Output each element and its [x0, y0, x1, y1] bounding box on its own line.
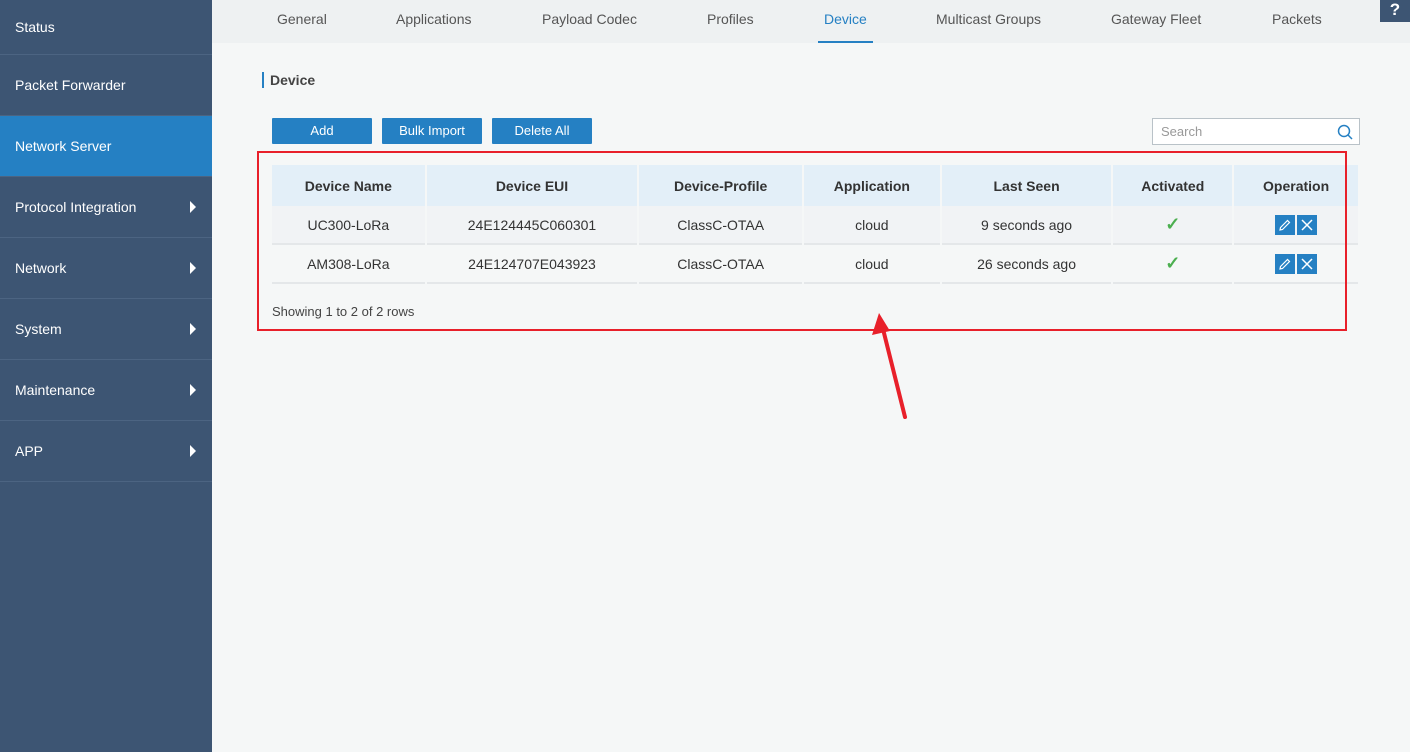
tab-payload-codec[interactable]: Payload Codec — [542, 0, 637, 43]
checkmark-icon: ✓ — [1165, 253, 1181, 273]
column-header-activated[interactable]: Activated — [1113, 165, 1233, 206]
column-header-device-profile[interactable]: Device-Profile — [639, 165, 802, 206]
device-table: Device Name Device EUI Device-Profile Ap… — [270, 165, 1360, 284]
tab-packets[interactable]: Packets — [1272, 0, 1322, 43]
sidebar-item-label: Network Server — [15, 138, 112, 154]
device-profile-cell: ClassC-OTAA — [639, 245, 802, 284]
caret-right-icon — [190, 262, 196, 274]
checkmark-icon: ✓ — [1165, 214, 1181, 234]
sidebar-item-protocol-integration[interactable]: Protocol Integration — [0, 177, 212, 238]
application-cell: cloud — [803, 245, 940, 284]
device-table-container: Device Name Device EUI Device-Profile Ap… — [272, 165, 1358, 284]
tab-gateway-fleet[interactable]: Gateway Fleet — [1111, 0, 1201, 43]
last-seen-cell: 9 seconds ago — [941, 206, 1112, 245]
close-icon — [1301, 218, 1313, 231]
application-cell: cloud — [803, 206, 940, 245]
sidebar-item-network[interactable]: Network — [0, 238, 212, 299]
sidebar: Status Packet Forwarder Network Server P… — [0, 0, 212, 752]
caret-right-icon — [190, 201, 196, 213]
sidebar-item-label: Status — [15, 19, 55, 35]
device-profile-cell: ClassC-OTAA — [639, 206, 802, 245]
sidebar-item-packet-forwarder[interactable]: Packet Forwarder — [0, 55, 212, 116]
tab-profiles[interactable]: Profiles — [707, 0, 754, 43]
activated-cell: ✓ — [1113, 245, 1233, 284]
help-button[interactable]: ? — [1380, 0, 1410, 22]
sidebar-item-network-server[interactable]: Network Server — [0, 116, 212, 177]
caret-right-icon — [190, 445, 196, 457]
tab-applications[interactable]: Applications — [396, 0, 472, 43]
table-header-row: Device Name Device EUI Device-Profile Ap… — [272, 165, 1358, 206]
search-input[interactable] — [1153, 119, 1323, 144]
sidebar-item-label: System — [15, 321, 62, 337]
tab-bar: General Applications Payload Codec Profi… — [212, 0, 1410, 43]
activated-cell: ✓ — [1113, 206, 1233, 245]
column-header-device-eui[interactable]: Device EUI — [426, 165, 638, 206]
column-header-device-name[interactable]: Device Name — [272, 165, 425, 206]
table-row: UC300-LoRa 24E124445C060301 ClassC-OTAA … — [272, 206, 1358, 245]
table-row: AM308-LoRa 24E124707E043923 ClassC-OTAA … — [272, 245, 1358, 284]
close-icon — [1301, 257, 1313, 270]
tab-multicast-groups[interactable]: Multicast Groups — [936, 0, 1041, 43]
sidebar-item-system[interactable]: System — [0, 299, 212, 360]
pagination-summary: Showing 1 to 2 of 2 rows — [272, 304, 415, 319]
sidebar-item-label: APP — [15, 443, 44, 459]
device-eui-cell: 24E124445C060301 — [426, 206, 638, 245]
sidebar-item-label: Network — [15, 260, 67, 276]
bulk-import-button[interactable]: Bulk Import — [382, 118, 482, 144]
caret-right-icon — [190, 384, 196, 396]
pencil-icon — [1279, 219, 1291, 231]
device-name-cell: AM308-LoRa — [272, 245, 425, 284]
page-title: Device — [262, 72, 315, 88]
last-seen-cell: 26 seconds ago — [941, 245, 1112, 284]
search-icon[interactable] — [1337, 124, 1353, 140]
operation-cell — [1234, 245, 1358, 284]
sidebar-item-maintenance[interactable]: Maintenance — [0, 360, 212, 421]
column-header-application[interactable]: Application — [803, 165, 940, 206]
delete-button[interactable] — [1297, 214, 1318, 235]
delete-all-button[interactable]: Delete All — [492, 118, 592, 144]
sidebar-item-label: Protocol Integration — [15, 199, 137, 215]
caret-right-icon — [190, 323, 196, 335]
device-eui-cell: 24E124707E043923 — [426, 245, 638, 284]
annotation-arrow-icon — [872, 313, 907, 419]
tab-device[interactable]: Device — [818, 0, 873, 43]
device-name-cell: UC300-LoRa — [272, 206, 425, 245]
delete-button[interactable] — [1297, 253, 1318, 274]
pencil-icon — [1279, 258, 1291, 270]
sidebar-item-label: Maintenance — [15, 382, 96, 398]
edit-button[interactable] — [1275, 253, 1296, 274]
add-button[interactable]: Add — [272, 118, 372, 144]
sidebar-item-status[interactable]: Status — [0, 0, 212, 55]
column-header-operation: Operation — [1234, 165, 1358, 206]
tab-general[interactable]: General — [277, 0, 327, 43]
column-header-last-seen[interactable]: Last Seen — [941, 165, 1112, 206]
edit-button[interactable] — [1275, 214, 1296, 235]
sidebar-item-app[interactable]: APP — [0, 421, 212, 482]
sidebar-item-label: Packet Forwarder — [15, 77, 126, 93]
search-box — [1152, 118, 1360, 145]
operation-cell — [1234, 206, 1358, 245]
